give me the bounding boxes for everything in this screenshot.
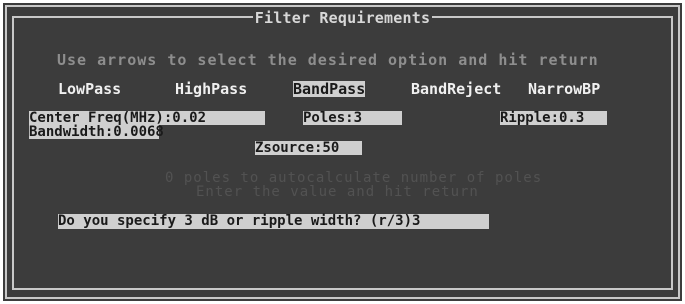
filter-option-highpass[interactable]: HighPass [175, 81, 247, 97]
filter-option-narrowbp[interactable]: NarrowBP [528, 81, 600, 97]
ripple-field[interactable]: Ripple:0.3 [500, 111, 607, 125]
terminal-screen: Filter Requirements Use arrows to select… [3, 3, 682, 301]
filter-option-lowpass[interactable]: LowPass [58, 81, 121, 97]
poles-field[interactable]: Poles:3 [303, 111, 402, 125]
center-freq-field[interactable]: Center Freq(MHz):0.02 [29, 111, 265, 125]
zsource-field[interactable]: Zsource:50 [255, 141, 362, 155]
hint-enter-value: Enter the value and hit return [196, 184, 479, 200]
instructions-text: Use arrows to select the desired option … [57, 51, 599, 69]
ripple-width-prompt[interactable]: Do you specify 3 dB or ripple width? (r/… [58, 214, 489, 229]
filter-option-bandpass[interactable]: BandPass [293, 81, 366, 97]
bandwidth-field[interactable]: Bandwidth:0.0068 [29, 125, 164, 139]
filter-option-bandreject[interactable]: BandReject [411, 81, 501, 97]
